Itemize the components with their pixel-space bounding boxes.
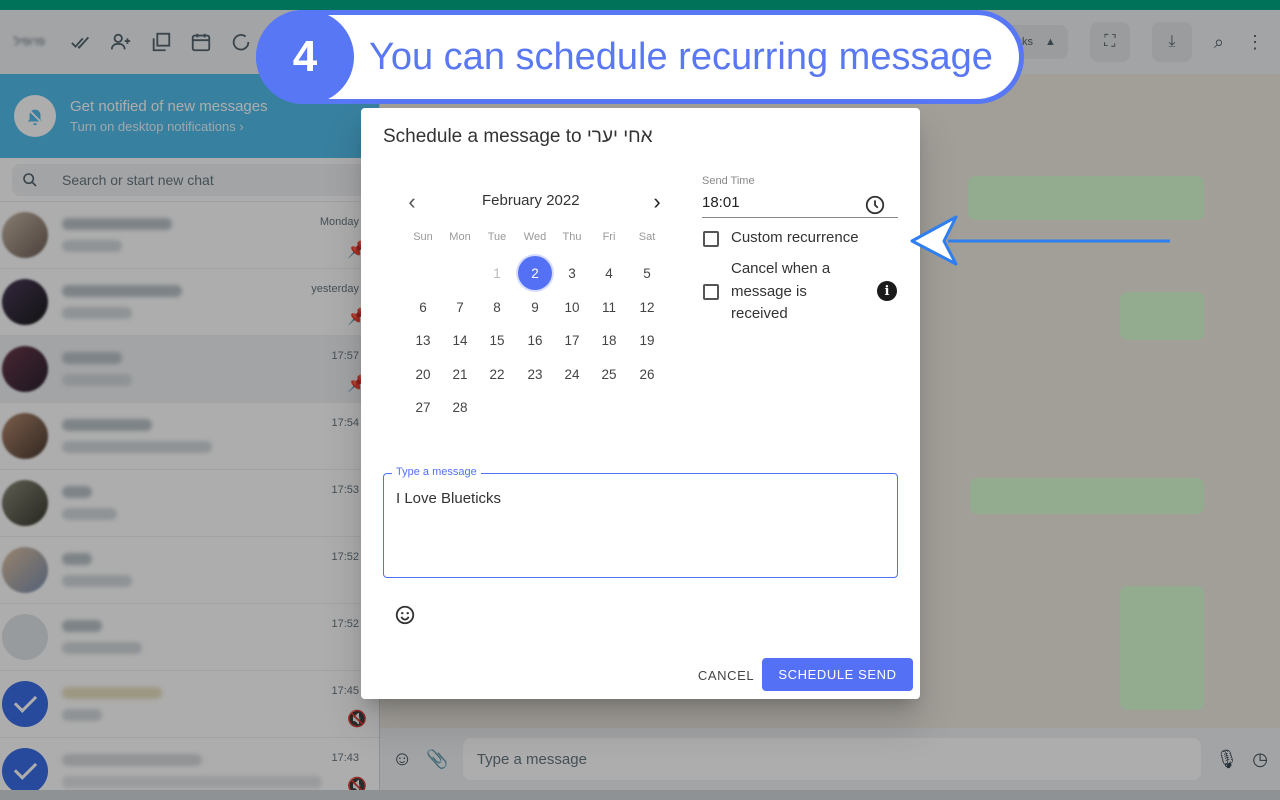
banner-text: You can schedule recurring message: [369, 35, 993, 78]
dialog-title: Schedule a message to אחי יערי: [383, 126, 653, 148]
calendar-day[interactable]: 8: [480, 290, 514, 324]
calendar-day[interactable]: 7: [443, 290, 477, 324]
calendar-day[interactable]: 20: [406, 357, 440, 391]
custom-recurrence-checkbox[interactable]: [703, 231, 719, 247]
calendar-day[interactable]: 13: [406, 323, 440, 357]
emoji-icon[interactable]: [394, 604, 416, 626]
calendar-day[interactable]: 22: [480, 357, 514, 391]
calendar-day[interactable]: 10: [555, 290, 589, 324]
calendar-day[interactable]: 17: [555, 323, 589, 357]
clock-icon[interactable]: [864, 194, 886, 216]
calendar-day[interactable]: 14: [443, 323, 477, 357]
weekday-label: Fri: [602, 231, 616, 243]
calendar-day[interactable]: 12: [630, 290, 664, 324]
message-field-label: Type a message: [392, 466, 481, 478]
calendar-day[interactable]: 4: [592, 256, 626, 290]
dialog-title-prefix: Schedule a message to: [383, 126, 587, 147]
cancel-when-received-label[interactable]: Cancel when a message is received: [731, 258, 830, 326]
calendar-day[interactable]: 15: [480, 323, 514, 357]
annotation-arrow-icon: [910, 215, 1170, 266]
weekday-label: Mon: [449, 231, 471, 243]
info-icon[interactable]: i: [877, 281, 897, 301]
calendar-day[interactable]: 25: [592, 357, 626, 391]
cancel-when-received-line: received: [731, 305, 788, 322]
cancel-when-received-checkbox[interactable]: [703, 284, 719, 300]
message-textarea[interactable]: [383, 473, 898, 578]
calendar-day[interactable]: 9: [518, 290, 552, 324]
calendar-day[interactable]: 5: [630, 256, 664, 290]
recipient-name: אחי יערי: [586, 126, 653, 147]
calendar-day-selected[interactable]: 2: [518, 256, 552, 290]
weekday-label: Sat: [638, 231, 656, 243]
calendar-day[interactable]: 16: [518, 323, 552, 357]
weekday-label: Tue: [487, 231, 507, 243]
weekday-label: Thu: [562, 231, 582, 243]
tutorial-banner: 4 You can schedule recurring message: [256, 10, 1024, 104]
weekday-label: Sun: [413, 231, 433, 243]
calendar-day[interactable]: 11: [592, 290, 626, 324]
calendar-day[interactable]: 26: [630, 357, 664, 391]
calendar-month-label: February 2022: [482, 192, 580, 209]
calendar-day[interactable]: 28: [443, 390, 477, 424]
calendar-day[interactable]: 27: [406, 390, 440, 424]
calendar-day[interactable]: 19: [630, 323, 664, 357]
previous-month-icon[interactable]: ‹: [400, 189, 424, 214]
custom-recurrence-label[interactable]: Custom recurrence: [731, 227, 859, 250]
schedule-send-button[interactable]: SCHEDULE SEND: [762, 658, 913, 691]
calendar-day[interactable]: 23: [518, 357, 552, 391]
calendar-day[interactable]: 6: [406, 290, 440, 324]
calendar-day[interactable]: 3: [555, 256, 589, 290]
calendar-day[interactable]: 21: [443, 357, 477, 391]
next-month-icon[interactable]: ›: [645, 189, 669, 214]
cancel-when-received-line: message is: [731, 282, 807, 300]
weekday-label: Wed: [523, 231, 547, 243]
send-time-label: Send Time: [702, 175, 755, 187]
message-text[interactable]: I Love Blueticks: [396, 490, 501, 507]
calendar-day[interactable]: 18: [592, 323, 626, 357]
calendar-day[interactable]: 24: [555, 357, 589, 391]
calendar-day: 1: [493, 265, 501, 281]
cancel-button[interactable]: CANCEL: [693, 662, 759, 688]
cancel-when-received-line: Cancel when a: [731, 260, 831, 277]
step-number: 4: [256, 10, 354, 104]
